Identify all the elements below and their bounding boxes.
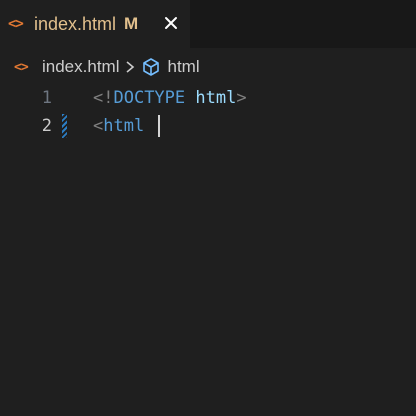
punctuation: > (236, 88, 247, 108)
punctuation: < (93, 116, 104, 136)
tab-index-html[interactable]: <> index.html M (0, 0, 190, 48)
html-tag: html (103, 116, 145, 136)
doctype-value: html (195, 88, 237, 108)
code-line-active[interactable]: 2 <html (0, 112, 416, 140)
tab-bar: <> index.html M (0, 0, 416, 48)
line-number: 2 (41, 116, 52, 136)
code-line[interactable]: 1 <!DOCTYPE html> (0, 84, 416, 112)
line-number: 1 (41, 88, 52, 108)
breadcrumb-file[interactable]: index.html (42, 57, 119, 77)
tab-label: index.html (34, 13, 117, 34)
breadcrumb: <> index.html html (0, 52, 416, 82)
breadcrumb-symbol[interactable]: html (167, 57, 199, 77)
line-content: <!DOCTYPE html> (93, 84, 247, 112)
modified-indicator: M (124, 14, 139, 33)
line-content: <html (93, 112, 161, 140)
chevron-right-icon (125, 60, 135, 74)
editor-window: <> index.html M <> index.html html 1 <!D… (0, 0, 416, 416)
html-file-icon: <> (8, 16, 24, 32)
text-cursor (158, 115, 161, 137)
close-icon[interactable] (160, 12, 182, 34)
doctype-keyword: DOCTYPE (113, 88, 186, 108)
cube-icon (141, 57, 161, 77)
modified-gutter-indicator[interactable] (62, 114, 67, 138)
html-file-icon: <> (14, 59, 29, 75)
code-editor[interactable]: 1 <!DOCTYPE html> 2 <html (0, 84, 416, 416)
punctuation: <! (93, 88, 114, 108)
